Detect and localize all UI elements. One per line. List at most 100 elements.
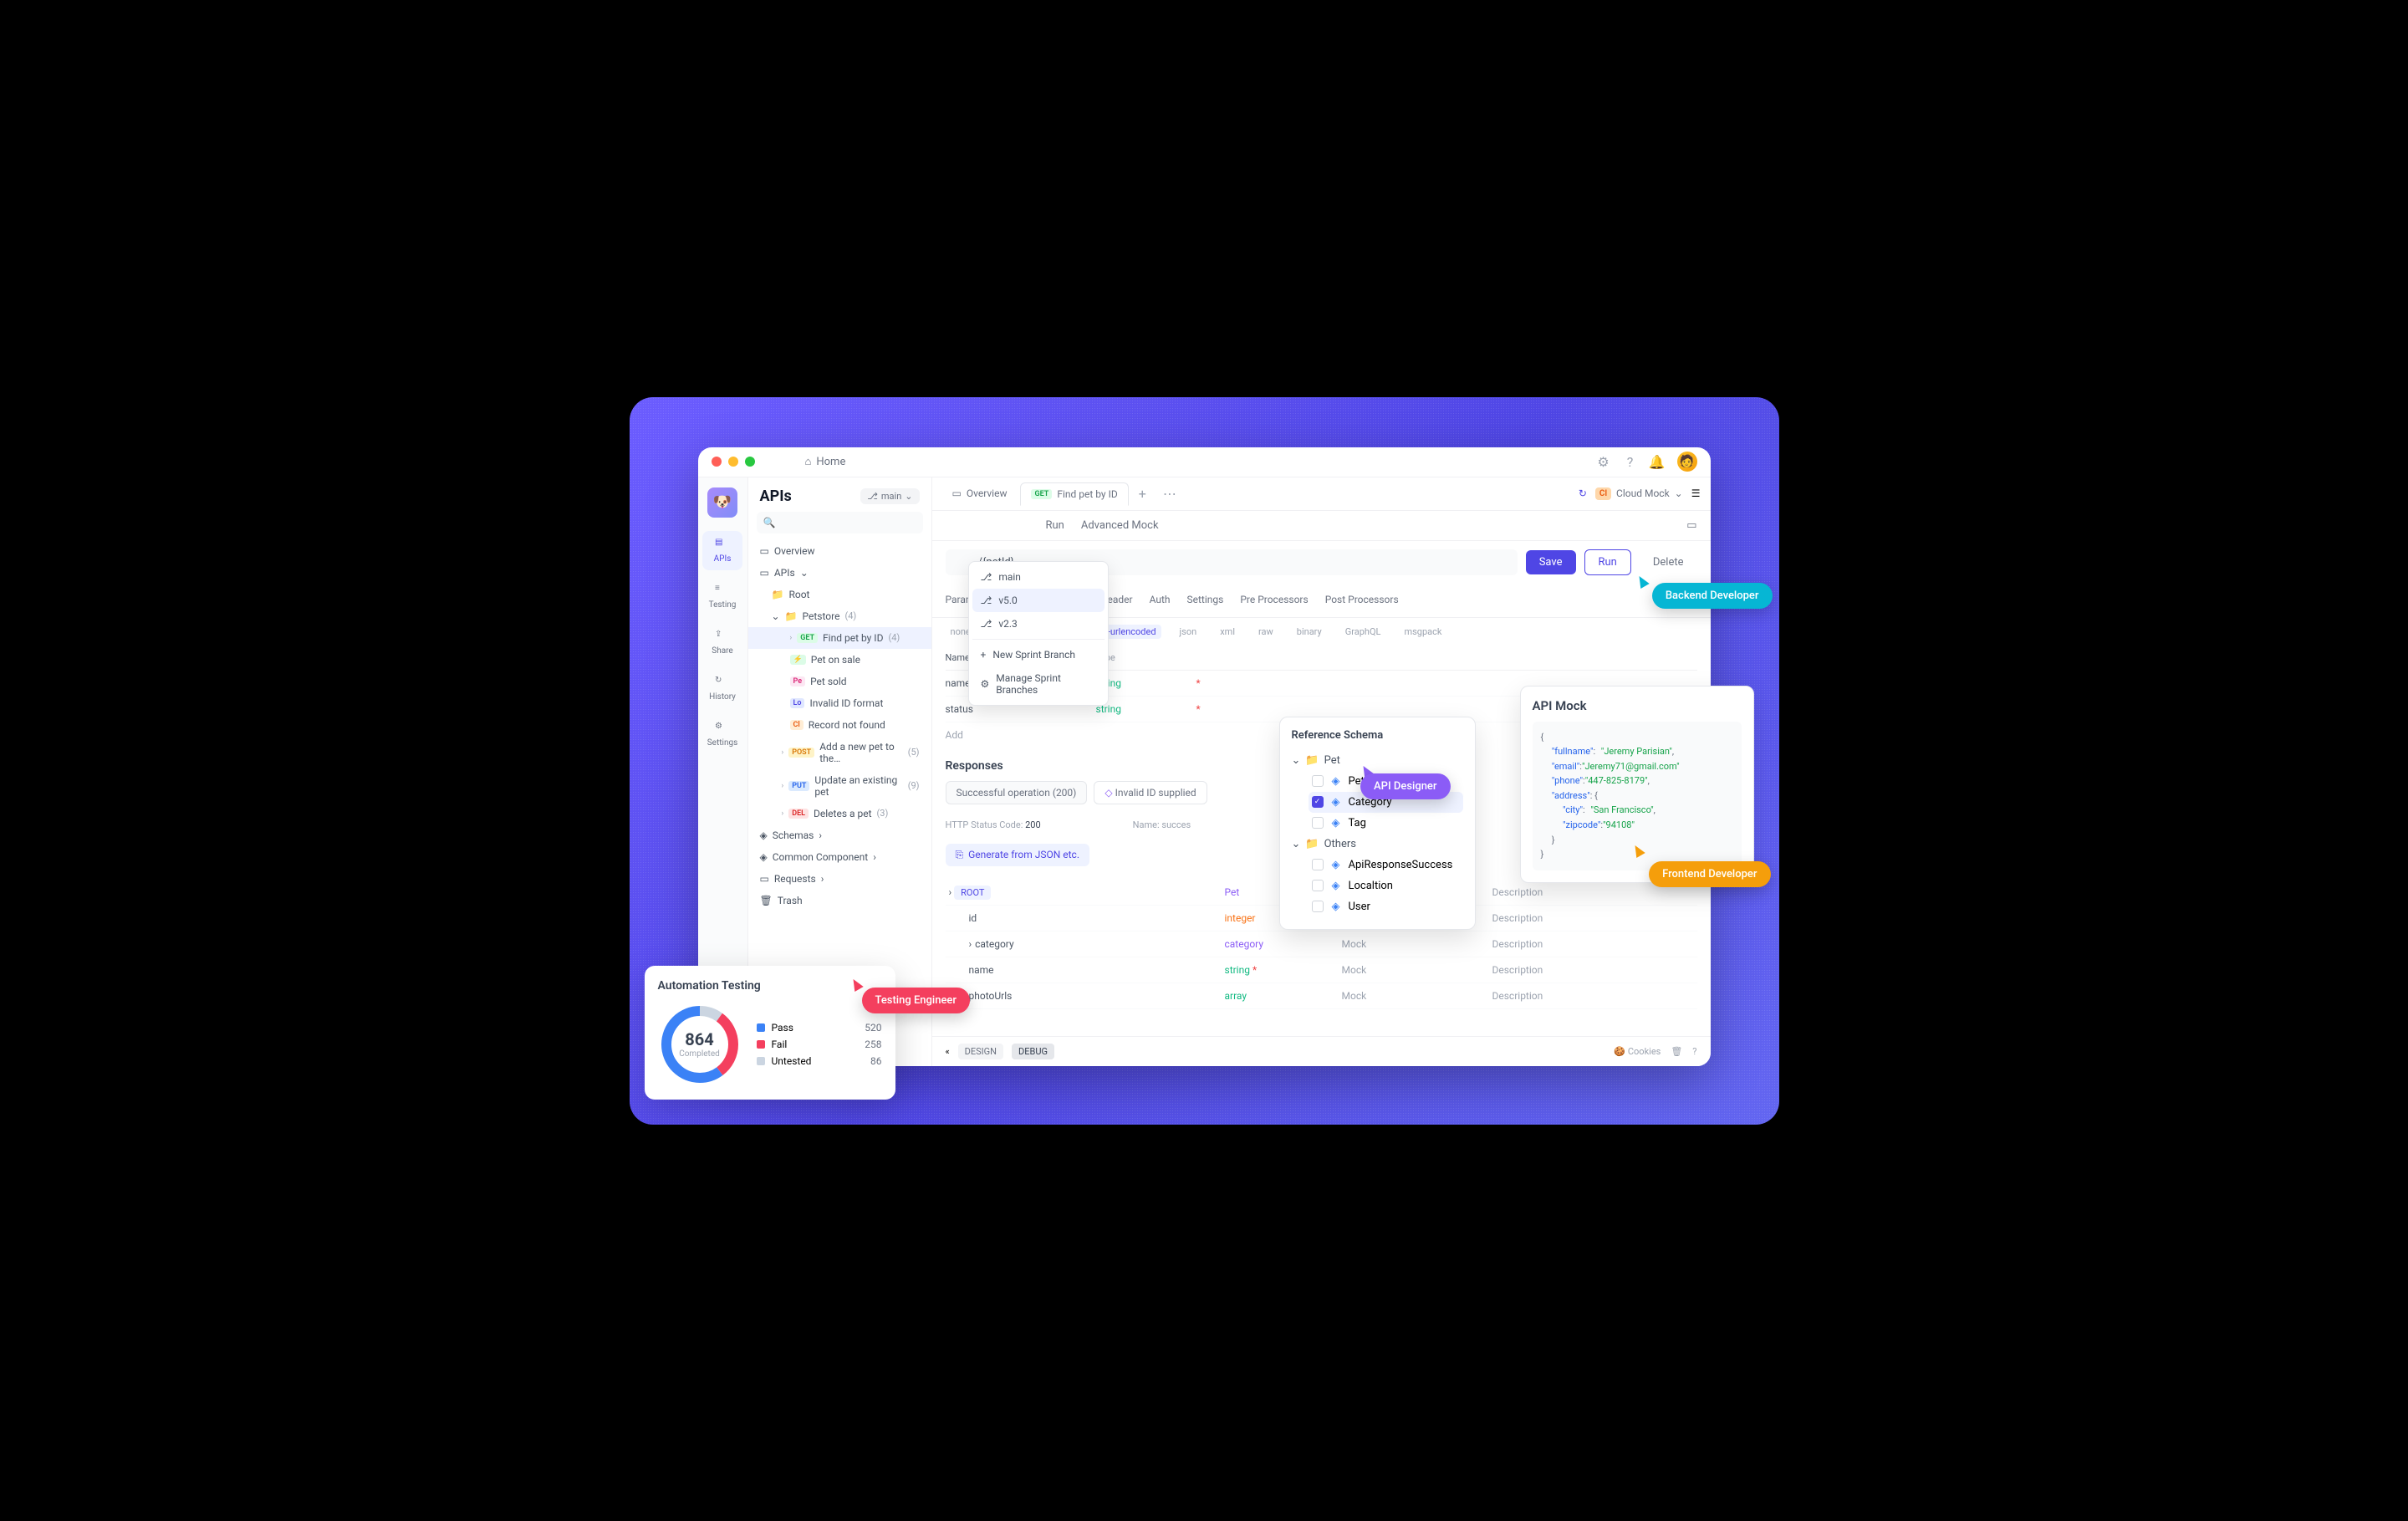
endpoint-row[interactable]: ClRecord not found [748,714,931,736]
endpoint-row[interactable]: ›GETFind pet by ID(4) [748,627,931,649]
tree-root[interactable]: 📁 Root [748,584,931,605]
ref-item-tag[interactable]: ◈Tag [1309,813,1463,834]
generate-button[interactable]: ⎘ Generate from JSON etc. [946,844,1090,866]
ref-item-location[interactable]: ◈Localtion [1309,875,1463,896]
schema-row[interactable]: ›categorycategoryMockDescription [946,931,1697,957]
run-button[interactable]: Run [1584,549,1631,575]
endpoint-row[interactable]: ›DELDeletes a pet(3) [748,803,931,824]
schema-icon: ◈ [760,829,768,841]
new-sprint-branch[interactable]: +New Sprint Branch [972,643,1105,666]
rail-history[interactable]: ↻ History [702,669,742,708]
resp-tab-invalid[interactable]: ◇ Invalid ID supplied [1094,781,1207,804]
bell-icon[interactable]: 🔔 [1650,455,1664,468]
rail-apis[interactable]: ▤ APIs [702,531,742,570]
cookies-button[interactable]: 🍪 Cookies [1614,1046,1661,1057]
maximize-window[interactable] [745,457,755,467]
folder-icon: 📁 [1305,754,1319,767]
tree-common[interactable]: ◈ Common Component › [748,846,931,868]
endpoint-row[interactable]: PePet sold [748,671,931,692]
ref-folder-pet[interactable]: ⌄📁Pet [1292,750,1463,771]
titlebar: ⌂ Home ⚙ ? 🔔 🧑 [698,447,1711,477]
tree-overview[interactable]: ▭ Overview [748,540,931,562]
method-badge: Lo [790,698,805,708]
refresh-icon[interactable]: ↻ [1579,487,1587,499]
plus-icon: + [981,649,987,661]
search-input[interactable]: 🔍 [757,512,923,533]
ref-item-success[interactable]: ◈ApiResponseSuccess [1309,855,1463,875]
tree-schemas[interactable]: ◈ Schemas › [748,824,931,846]
format-binary[interactable]: binary [1292,625,1327,639]
minimize-window[interactable] [728,457,738,467]
method-badge: ⚡ [790,655,806,665]
gear-icon[interactable]: ⚙ [1597,455,1610,468]
tab-add[interactable]: + [1132,482,1153,505]
desc-col: Description [1492,886,1543,898]
legend-value: 520 [865,1022,881,1034]
avatar[interactable]: 🧑 [1677,452,1697,472]
trash-icon[interactable]: 🗑 [1671,1046,1682,1057]
menu-icon[interactable]: ☰ [1691,487,1701,499]
ref-folder-others[interactable]: ⌄📁Others [1292,834,1463,855]
tree-label: Common Component [773,851,868,863]
tree-trash[interactable]: 🗑 Trash [748,890,931,911]
sub-tab-advanced-mock[interactable]: Advanced Mock [1081,519,1159,532]
ref-item-user[interactable]: ◈User [1309,896,1463,917]
format-graphql[interactable]: GraphQL [1340,625,1386,639]
manage-branches[interactable]: ⚙Manage Sprint Branches [972,666,1105,702]
cloud-mock-selector[interactable]: Cl Cloud Mock ⌄ [1595,487,1683,500]
body-tab-auth[interactable]: Auth [1150,590,1171,610]
format-xml[interactable]: xml [1215,625,1240,639]
name-value: succes [1161,819,1191,830]
mock-cell: Mock [1342,938,1492,950]
design-mode[interactable]: DESIGN [958,1044,1003,1059]
chevron-right-icon[interactable]: › [949,886,952,898]
branch-selector[interactable]: ⎇ main ⌄ [860,488,919,504]
required-indicator: * [1196,677,1201,689]
method-badge: POST [788,748,814,758]
collapse-icon[interactable]: « [946,1046,950,1057]
rail-testing[interactable]: ≡ Testing [702,577,742,616]
name-label: Name: [1133,819,1160,830]
branch-v23[interactable]: ⎇v2.3 [972,612,1105,635]
sub-tab-run[interactable]: Run [1046,519,1064,532]
close-window[interactable] [712,457,722,467]
branch-v5[interactable]: ⎇v5.0 [972,589,1105,612]
settings-icon: ⚙ [715,722,730,737]
legend-value: 86 [870,1055,882,1067]
format-json[interactable]: json [1175,625,1202,639]
app-logo[interactable]: 🐶 [707,487,737,518]
tab-more[interactable]: ⋯ [1156,482,1183,505]
body-tab-pre[interactable]: Pre Processors [1240,590,1308,610]
chevron-right-icon[interactable]: › [969,938,972,950]
help-icon[interactable]: ? [1624,455,1637,468]
schema-row[interactable]: photoUrlsarrayMockDescription [946,983,1697,1009]
format-raw[interactable]: raw [1253,625,1278,639]
body-tab-post[interactable]: Post Processors [1325,590,1399,610]
method-badge: GET [1031,489,1052,499]
endpoint-row[interactable]: ⚡Pet on sale [748,649,931,671]
format-msgpack[interactable]: msgpack [1399,625,1446,639]
rail-settings[interactable]: ⚙ Settings [702,715,742,754]
search-icon: 🔍 [763,517,776,528]
endpoint-row[interactable]: ›PUTUpdate an existing pet(9) [748,769,931,803]
help-icon[interactable]: ? [1692,1046,1696,1057]
tree-petstore[interactable]: ⌄ 📁 Petstore (4) [748,605,931,627]
branch-main[interactable]: ⎇main [972,565,1105,589]
schema-row[interactable]: namestring *MockDescription [946,957,1697,983]
tab-current[interactable]: GET Find pet by ID [1020,482,1128,506]
delete-button[interactable]: Delete [1640,550,1697,574]
tab-overview[interactable]: ▭ Overview [942,482,1018,504]
panel-icon[interactable]: ▭ [1686,519,1696,532]
endpoint-row[interactable]: LoInvalid ID format [748,692,931,714]
debug-mode[interactable]: DEBUG [1012,1044,1054,1059]
home-button[interactable]: ⌂ Home [805,455,846,468]
tree-label: Root [788,589,809,600]
tree-apis[interactable]: ▭ APIs ⌄ [748,562,931,584]
chevron-down-icon: ⌄ [905,491,912,502]
rail-share[interactable]: ⇪ Share [702,623,742,662]
tree-requests[interactable]: ▭ Requests › [748,868,931,890]
resp-tab-200[interactable]: Successful operation (200) [946,781,1088,804]
endpoint-row[interactable]: ›POSTAdd a new pet to the…(5) [748,736,931,769]
body-tab-settings[interactable]: Settings [1187,590,1224,610]
save-button[interactable]: Save [1526,550,1576,574]
